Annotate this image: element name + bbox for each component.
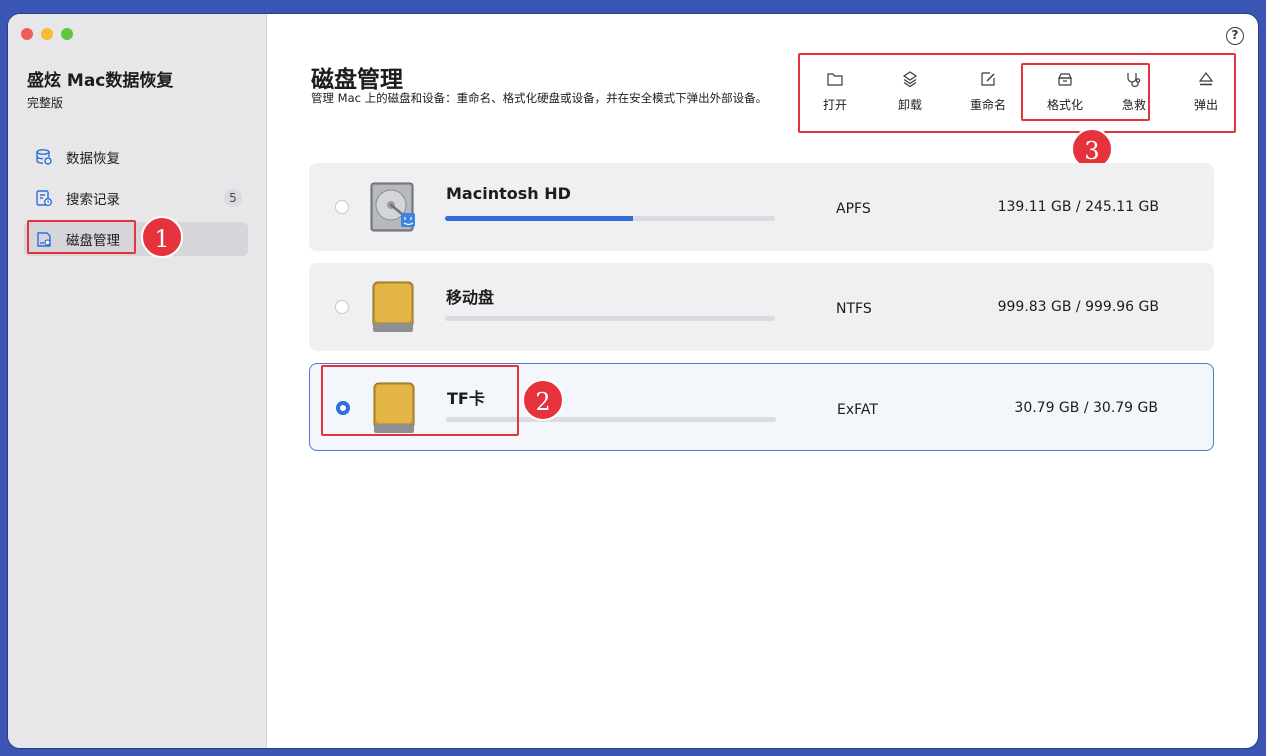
rename-icon xyxy=(981,72,995,86)
disk-name: 移动盘 xyxy=(446,288,495,307)
minimize-button[interactable] xyxy=(41,28,53,40)
first-aid-button[interactable]: 急救 xyxy=(1104,54,1164,134)
disk-row-portable[interactable]: 移动盘 NTFS 999.83 GB / 999.96 GB xyxy=(309,263,1214,351)
external-drive-icon xyxy=(373,382,415,433)
highlight-box-tf-card xyxy=(321,365,519,436)
app-edition: 完整版 xyxy=(27,96,64,110)
sidebar-item-label: 磁盘管理 xyxy=(66,233,120,249)
first-aid-label: 急救 xyxy=(1121,98,1146,112)
sidebar: 盛炫 Mac数据恢复 完整版 数据恢复 搜索记录 5 磁盘管理 1 xyxy=(8,14,267,748)
app-window: 盛炫 Mac数据恢复 完整版 数据恢复 搜索记录 5 磁盘管理 1 ? 磁盘管理… xyxy=(8,14,1258,748)
disk-size: 999.83 GB / 999.96 GB xyxy=(997,299,1159,315)
disk-filesystem: APFS xyxy=(836,201,871,217)
disk-name: Macintosh HD xyxy=(446,184,571,203)
page-title: 磁盘管理 xyxy=(311,67,403,93)
sidebar-item-label: 数据恢复 xyxy=(66,151,120,167)
disk-usage-bar xyxy=(446,417,776,422)
count-badge: 5 xyxy=(224,189,242,207)
internal-hard-drive-icon xyxy=(370,182,415,232)
disk-row-macintosh-hd[interactable]: Macintosh HD APFS 139.11 GB / 245.11 GB xyxy=(309,163,1214,251)
disk-size: 139.11 GB / 245.11 GB xyxy=(997,199,1159,215)
sidebar-item-label: 搜索记录 xyxy=(66,192,120,208)
unmount-label: 卸载 xyxy=(897,98,922,112)
sidebar-nav: 数据恢复 搜索记录 5 磁盘管理 xyxy=(24,140,248,263)
unmount-icon xyxy=(902,71,918,88)
disk-filesystem: NTFS xyxy=(836,301,872,317)
first-aid-icon xyxy=(1127,73,1141,88)
disk-row-tf-card[interactable]: TF卡 ExFAT 30.79 GB / 30.79 GB 2 xyxy=(309,363,1214,451)
step-marker-2: 2 xyxy=(522,379,564,421)
disk-size: 30.79 GB / 30.79 GB xyxy=(1014,400,1158,416)
eject-label: 弹出 xyxy=(1193,98,1218,112)
disk-manage-icon xyxy=(34,229,54,249)
format-label: 格式化 xyxy=(1046,98,1083,112)
disk-filesystem: ExFAT xyxy=(837,402,878,418)
folder-icon xyxy=(827,73,843,86)
database-recovery-icon xyxy=(34,147,54,167)
eject-button[interactable]: 弹出 xyxy=(1176,54,1236,134)
eject-icon xyxy=(1198,72,1214,86)
window-controls xyxy=(21,28,73,40)
unmount-button[interactable]: 卸载 xyxy=(880,54,940,134)
sidebar-item-search-history[interactable]: 搜索记录 5 xyxy=(24,181,248,215)
disk-radio[interactable] xyxy=(335,200,349,214)
disk-name: TF卡 xyxy=(447,389,485,408)
toolbar: 打开 卸载 重命名 格式化 急救 弹出 xyxy=(798,54,1238,134)
help-icon[interactable]: ? xyxy=(1226,27,1244,45)
disk-list: Macintosh HD APFS 139.11 GB / 245.11 GB … xyxy=(309,163,1214,463)
page-description: 管理 Mac 上的磁盘和设备：重命名、格式化硬盘或设备，并在安全模式下弹出外部设… xyxy=(311,91,768,105)
sidebar-item-disk-management[interactable]: 磁盘管理 xyxy=(24,222,248,256)
rename-label: 重命名 xyxy=(969,98,1006,112)
disk-radio-selected[interactable] xyxy=(336,401,350,415)
app-title: 盛炫 Mac数据恢复 xyxy=(27,71,174,91)
search-history-icon xyxy=(34,188,54,208)
open-label: 打开 xyxy=(822,98,847,112)
close-button[interactable] xyxy=(21,28,33,40)
format-icon xyxy=(1058,73,1072,86)
external-drive-icon xyxy=(372,281,414,332)
rename-button[interactable]: 重命名 xyxy=(958,54,1018,134)
step-marker-1: 1 xyxy=(141,216,183,258)
disk-usage-bar xyxy=(445,316,775,321)
format-button[interactable]: 格式化 xyxy=(1035,54,1095,134)
disk-usage-bar xyxy=(445,216,775,221)
zoom-button[interactable] xyxy=(61,28,73,40)
open-button[interactable]: 打开 xyxy=(805,54,865,134)
sidebar-item-data-recovery[interactable]: 数据恢复 xyxy=(24,140,248,174)
disk-radio[interactable] xyxy=(335,300,349,314)
